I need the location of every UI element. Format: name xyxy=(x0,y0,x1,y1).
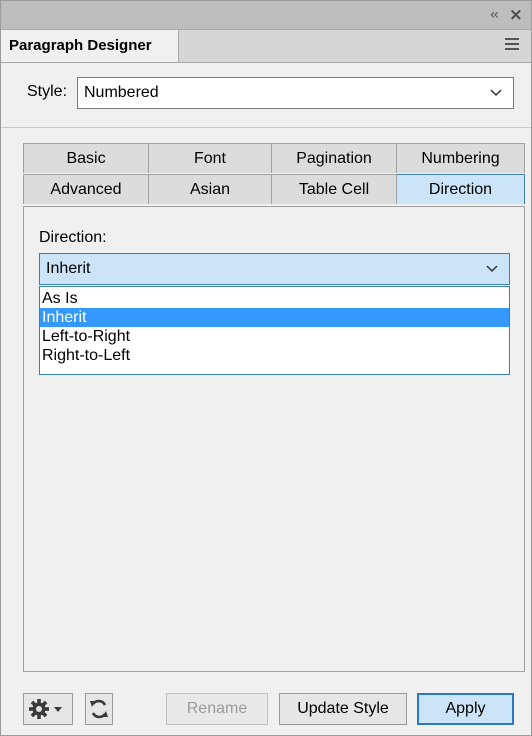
direction-tab-content: Direction: Inherit As Is Inherit Left-to… xyxy=(23,206,525,672)
panel-tab-label: Paragraph Designer xyxy=(9,37,152,54)
tab-numbering[interactable]: Numbering xyxy=(397,143,525,173)
dropdown-option-right-to-left[interactable]: Right-to-Left xyxy=(40,346,509,365)
direction-label: Direction: xyxy=(39,229,107,246)
panel-tab-paragraph-designer[interactable]: Paragraph Designer xyxy=(1,30,179,62)
tab-asian[interactable]: Asian xyxy=(149,174,272,204)
update-style-button[interactable]: Update Style xyxy=(279,693,407,725)
tab-table-cell[interactable]: Table Cell xyxy=(272,174,397,204)
style-select[interactable]: Numbered xyxy=(77,77,514,109)
tab-basic[interactable]: Basic xyxy=(23,143,149,173)
chevron-down-icon xyxy=(54,707,62,712)
hamburger-menu-icon[interactable] xyxy=(505,38,519,50)
collapse-icon[interactable]: ‹‹ xyxy=(490,7,499,23)
refresh-icon xyxy=(90,699,108,719)
tab-row-1: Basic Font Pagination Numbering xyxy=(23,143,525,174)
direction-select-value: Inherit xyxy=(46,260,91,277)
tab-row-2: Advanced Asian Table Cell Direction xyxy=(23,174,525,205)
close-icon[interactable]: × xyxy=(509,5,523,25)
tab-font[interactable]: Font xyxy=(149,143,272,173)
direction-dropdown-list: As Is Inherit Left-to-Right Right-to-Lef… xyxy=(39,286,510,375)
style-row: Style: Numbered xyxy=(1,63,531,128)
dropdown-option-left-to-right[interactable]: Left-to-Right xyxy=(40,327,509,346)
property-tabs: Basic Font Pagination Numbering Advanced… xyxy=(23,143,525,205)
paragraph-designer-panel: ‹‹ × Paragraph Designer Style: Numbered … xyxy=(0,0,532,736)
panel-tabbar: Paragraph Designer xyxy=(1,30,531,63)
apply-button[interactable]: Apply xyxy=(417,693,514,725)
panel-titlebar: ‹‹ × xyxy=(1,1,531,30)
direction-select[interactable]: Inherit xyxy=(39,253,510,285)
gear-icon xyxy=(29,699,62,719)
style-select-value: Numbered xyxy=(84,84,159,101)
chevron-down-icon xyxy=(490,89,502,97)
refresh-button[interactable] xyxy=(85,693,113,725)
tab-pagination[interactable]: Pagination xyxy=(272,143,397,173)
settings-menu-button[interactable] xyxy=(23,693,73,725)
dropdown-option-inherit[interactable]: Inherit xyxy=(40,308,509,327)
dropdown-option-as-is[interactable]: As Is xyxy=(40,289,509,308)
style-label: Style: xyxy=(27,83,68,100)
bottom-toolbar: Rename Update Style Apply xyxy=(1,689,531,729)
rename-button[interactable]: Rename xyxy=(166,693,268,725)
chevron-down-icon xyxy=(486,265,498,273)
tab-advanced[interactable]: Advanced xyxy=(23,174,149,204)
tab-direction[interactable]: Direction xyxy=(397,174,525,204)
